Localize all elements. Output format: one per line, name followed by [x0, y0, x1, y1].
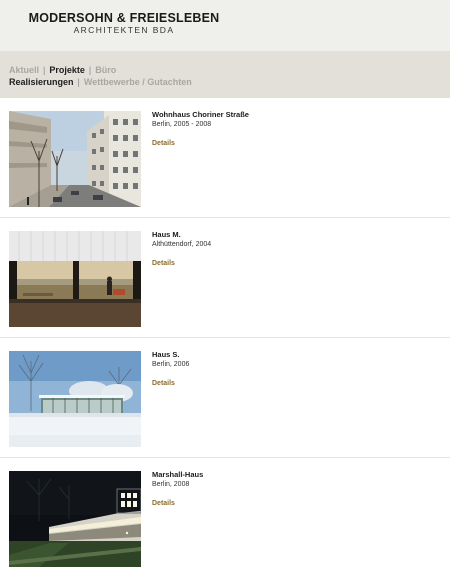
- subnav-item-realisierungen[interactable]: Realisierungen: [9, 77, 74, 87]
- project-item: Wohnhaus Choriner Straße Berlin, 2005 - …: [0, 98, 450, 218]
- site-header: MODERSOHN & FREIESLEBEN ARCHITEKTEN BDA: [0, 0, 450, 51]
- project-thumbnail-lake: [9, 231, 141, 327]
- project-thumbnail-street: [9, 111, 141, 207]
- glass-house-winter-photo[interactable]: [9, 351, 141, 447]
- logo-sub-text: ARCHITEKTEN BDA: [73, 25, 175, 35]
- nav-item-buero[interactable]: Büro: [95, 65, 116, 75]
- project-title[interactable]: Haus S.: [152, 350, 180, 359]
- project-meta: Berlin, 2008: [152, 481, 190, 488]
- subnav-item-wettbewerbe[interactable]: Wettbewerbe / Gutachten: [84, 77, 192, 87]
- nav-item-aktuell[interactable]: Aktuell: [9, 65, 39, 75]
- project-thumbnail-night: [9, 471, 141, 567]
- project-meta: Berlin, 2006: [152, 361, 190, 368]
- project-title[interactable]: Haus M.: [152, 230, 181, 239]
- details-link[interactable]: Details: [152, 260, 175, 267]
- project-meta: Berlin, 2005 - 2008: [152, 121, 212, 128]
- details-link[interactable]: Details: [152, 140, 175, 147]
- project-thumbnail-winter: [9, 351, 141, 447]
- details-link[interactable]: Details: [152, 380, 175, 387]
- street-apartments-photo[interactable]: [9, 111, 141, 207]
- project-meta: Althüttendorf, 2004: [152, 241, 212, 248]
- nav-separator: |: [88, 65, 92, 75]
- nav-secondary: Realisierungen | Wettbewerbe / Gutachten: [9, 77, 192, 87]
- nav-item-projekte[interactable]: Projekte: [49, 65, 85, 75]
- main-navigation: Aktuell | Projekte | Büro Realisierungen | Wet…: [0, 51, 450, 98]
- nav-separator: |: [43, 65, 46, 75]
- lake-view-interior-photo[interactable]: [9, 231, 141, 327]
- site-logo[interactable]: MODERSOHN & FREIESLEBEN ARCHITEKTEN BDA: [27, 11, 221, 35]
- night-pavilion-photo[interactable]: [9, 471, 141, 567]
- project-item: Marshall-Haus Berlin, 2008 Details: [0, 458, 450, 578]
- nav-primary: Aktuell | Projekte | Büro: [9, 65, 116, 75]
- project-title[interactable]: Marshall-Haus: [152, 470, 203, 479]
- nav-separator: |: [77, 77, 80, 87]
- logo-main-text: MODERSOHN & FREIESLEBEN: [28, 11, 220, 25]
- project-item: Haus M. Althüttendorf, 2004 Details: [0, 218, 450, 338]
- details-link[interactable]: Details: [152, 500, 175, 507]
- project-title[interactable]: Wohnhaus Choriner Straße: [152, 110, 249, 119]
- project-item: Haus S. Berlin, 2006 Details: [0, 338, 450, 458]
